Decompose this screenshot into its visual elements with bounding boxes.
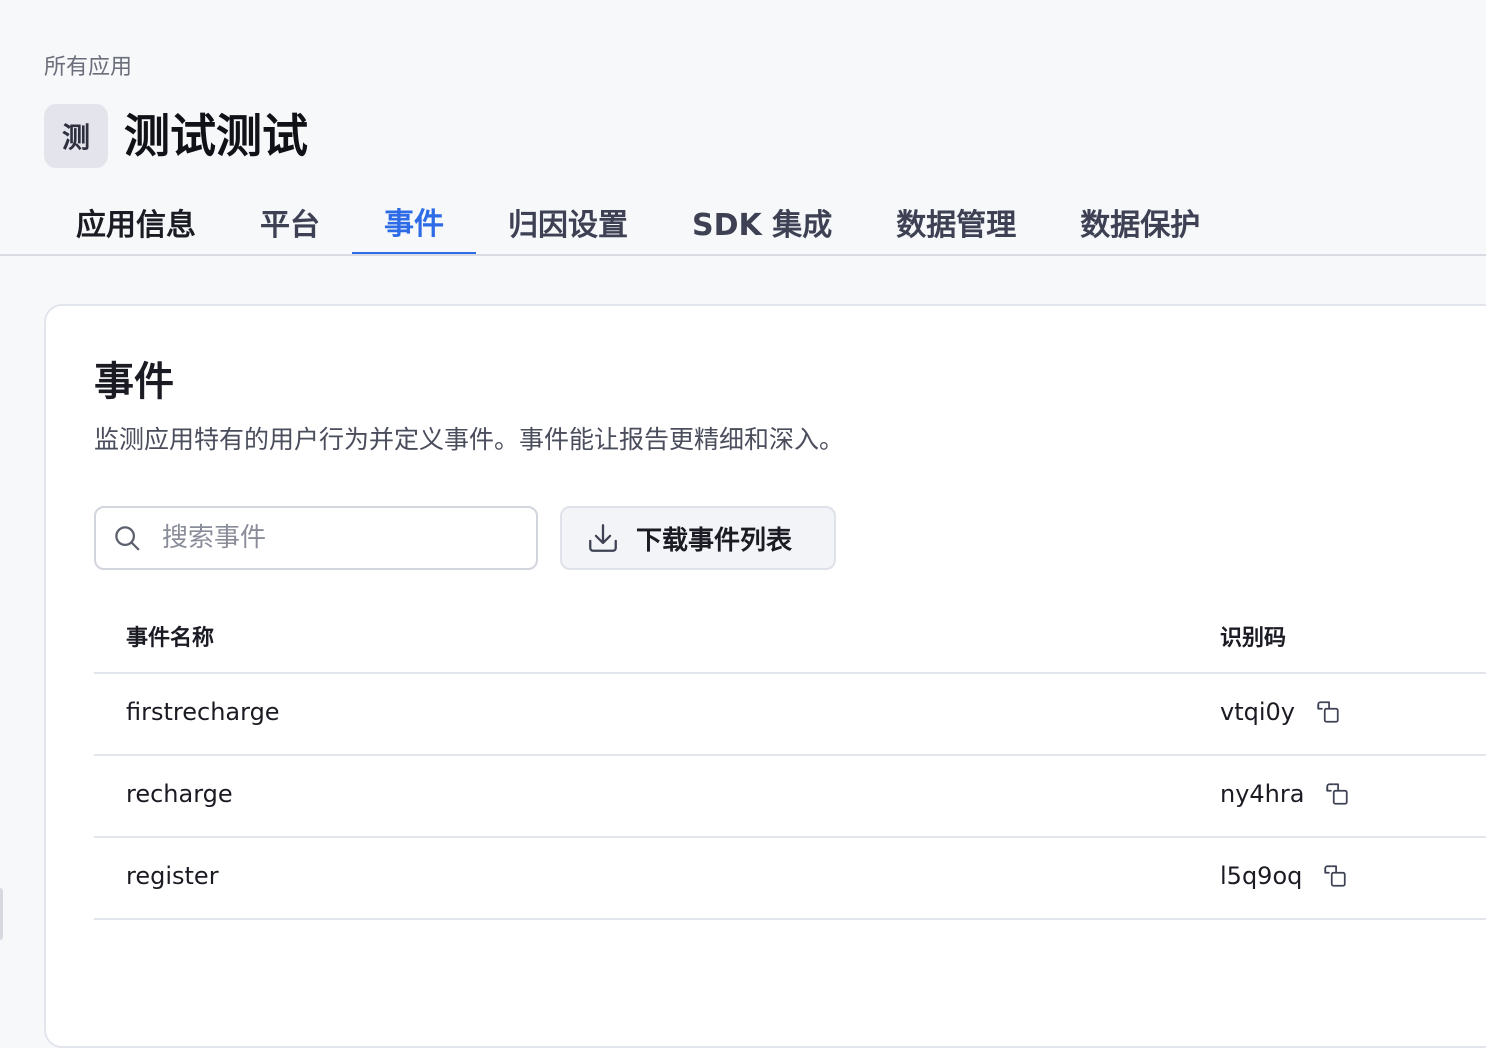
event-code-cell: l5q9oq <box>1220 862 1348 890</box>
download-button-label: 下载事件列表 <box>636 525 793 556</box>
search-icon <box>115 526 140 551</box>
event-code: l5q9oq <box>1220 862 1303 890</box>
copy-icon[interactable] <box>1324 781 1350 807</box>
section-title: 事件 <box>94 359 174 405</box>
table-header: 事件名称 识别码 <box>94 592 1486 674</box>
download-events-button[interactable]: 下载事件列表 <box>560 506 836 570</box>
event-name: firstrecharge <box>126 698 280 726</box>
app-avatar: 测 <box>44 104 108 168</box>
download-icon <box>589 524 617 552</box>
section-description: 监测应用特有的用户行为并定义事件。事件能让报告更精细和深入。 <box>94 425 845 454</box>
column-header-event-name: 事件名称 <box>126 626 215 651</box>
table-row: firstrecharge vtqi0y <box>94 674 1486 756</box>
event-name: register <box>126 862 219 890</box>
search-input[interactable] <box>160 522 524 554</box>
tab-data-protection[interactable]: 数据保护 <box>1048 190 1232 256</box>
side-panel-handle[interactable] <box>0 888 3 940</box>
page-title: 测试测试 <box>124 109 308 163</box>
events-table: 事件名称 识别码 firstrecharge vtqi0y recharge n… <box>94 592 1486 920</box>
table-row: recharge ny4hra <box>94 756 1486 838</box>
search-box[interactable] <box>94 506 538 570</box>
table-row: register l5q9oq <box>94 838 1486 920</box>
column-header-identifier: 识别码 <box>1220 626 1287 651</box>
breadcrumb[interactable]: 所有应用 <box>44 49 132 81</box>
event-code: ny4hra <box>1220 780 1305 808</box>
copy-icon[interactable] <box>1315 699 1341 725</box>
event-code-cell: vtqi0y <box>1220 698 1341 726</box>
tab-attribution-settings[interactable]: 归因设置 <box>476 190 660 256</box>
tab-data-management[interactable]: 数据管理 <box>864 190 1048 256</box>
tab-platform[interactable]: 平台 <box>228 190 352 256</box>
tab-events[interactable]: 事件 <box>352 190 476 256</box>
tabs-divider <box>0 254 1486 256</box>
tab-sdk-integration[interactable]: SDK 集成 <box>660 190 864 256</box>
event-name: recharge <box>126 780 233 808</box>
events-card: 事件 监测应用特有的用户行为并定义事件。事件能让报告更精细和深入。 下载事件列表… <box>44 304 1486 1048</box>
page-header: 所有应用 测 测试测试 应用信息 平台 事件 归因设置 SDK 集成 数据管理 … <box>0 0 1486 256</box>
tab-app-info[interactable]: 应用信息 <box>44 190 228 256</box>
event-code: vtqi0y <box>1220 698 1295 726</box>
event-code-cell: ny4hra <box>1220 780 1350 808</box>
tab-bar: 应用信息 平台 事件 归因设置 SDK 集成 数据管理 数据保护 <box>44 190 1232 256</box>
copy-icon[interactable] <box>1322 863 1348 889</box>
